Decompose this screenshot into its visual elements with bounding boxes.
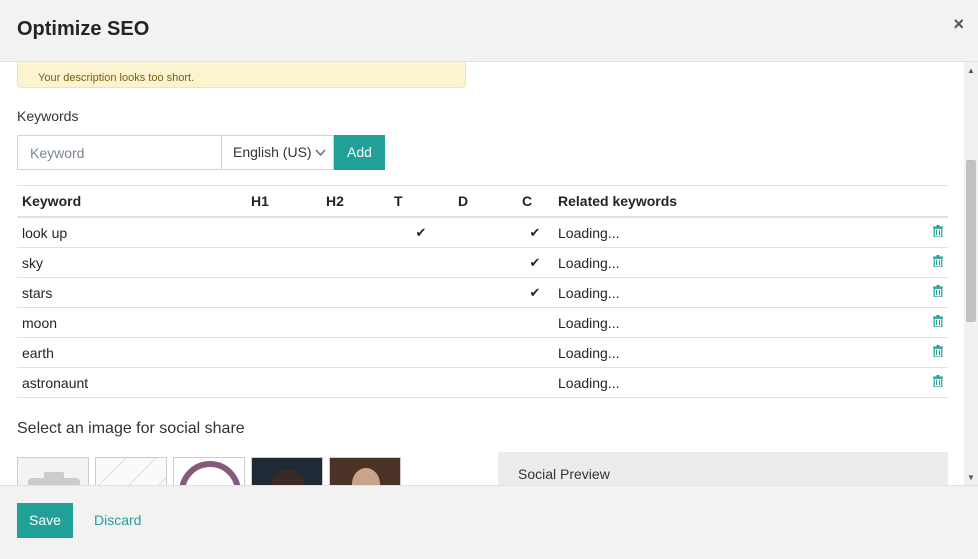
social-image-title: Select an image for social share <box>17 420 245 437</box>
discard-button[interactable]: Discard <box>94 503 141 538</box>
delete-keyword-cell <box>898 307 948 338</box>
check-icon: ✔ <box>517 217 553 248</box>
keyword-input[interactable] <box>17 135 221 170</box>
table-row: moon Loading... <box>17 307 948 338</box>
dialog-footer: Save Discard <box>0 485 978 559</box>
cell-h1 <box>246 277 321 308</box>
cell-keyword: sky <box>17 247 246 278</box>
cell-related: Loading... <box>553 217 898 248</box>
delete-keyword-cell <box>898 217 948 248</box>
scrollbar-thumb[interactable] <box>966 160 976 322</box>
keywords-table-body: look up ✔ ✔ Loading... sky ✔ Loading... stars ✔ L… <box>17 217 948 398</box>
cell-h1 <box>246 247 321 278</box>
cell-h2 <box>321 277 389 308</box>
cell-h1 <box>246 307 321 338</box>
language-select[interactable]: English (US) <box>221 135 334 170</box>
cell-c <box>517 307 553 338</box>
trash-icon[interactable] <box>933 255 943 270</box>
col-actions <box>898 185 948 218</box>
keywords-label: Keywords <box>17 108 79 124</box>
delete-keyword-cell <box>898 247 948 278</box>
col-t: T <box>389 185 453 218</box>
chevron-down-icon <box>315 136 326 182</box>
table-row: sky ✔ Loading... <box>17 247 948 278</box>
cell-keyword: stars <box>17 277 246 308</box>
trash-icon[interactable] <box>933 315 943 330</box>
trash-icon[interactable] <box>933 345 943 360</box>
social-image-option[interactable] <box>329 457 401 485</box>
trash-icon[interactable] <box>933 285 943 300</box>
trash-icon[interactable] <box>933 375 943 390</box>
cell-d <box>453 277 517 308</box>
cell-t <box>389 337 453 368</box>
cell-h1 <box>246 367 321 398</box>
table-row: look up ✔ ✔ Loading... <box>17 217 948 248</box>
cell-d <box>453 307 517 338</box>
cell-h2 <box>321 217 389 248</box>
col-h1: H1 <box>246 185 321 218</box>
cell-t <box>389 247 453 278</box>
col-c: C <box>517 185 553 218</box>
cell-keyword: astronaunt <box>17 367 246 398</box>
social-image-option[interactable] <box>251 457 323 485</box>
cell-related: Loading... <box>553 367 898 398</box>
cell-c <box>517 367 553 398</box>
col-keyword: Keyword <box>17 185 246 218</box>
cell-d <box>453 217 517 248</box>
social-image-option[interactable]: IP W <box>95 457 167 485</box>
cell-h2 <box>321 247 389 278</box>
cell-h2 <box>321 337 389 368</box>
cell-d <box>453 367 517 398</box>
col-d: D <box>453 185 517 218</box>
add-keyword-button[interactable]: Add <box>334 135 385 170</box>
cell-keyword: earth <box>17 337 246 368</box>
cell-related: Loading... <box>553 337 898 368</box>
alert-text: Your description looks too short. <box>38 72 195 84</box>
cell-related: Loading... <box>553 307 898 338</box>
cell-t <box>389 367 453 398</box>
cell-h1 <box>246 217 321 248</box>
col-related: Related keywords <box>553 185 898 218</box>
dialog-header: Optimize SEO × <box>0 0 978 62</box>
description-warning: Your description looks too short. <box>17 62 466 88</box>
cell-d <box>453 337 517 368</box>
delete-keyword-cell <box>898 337 948 368</box>
social-preview-title: Social Preview <box>518 466 610 482</box>
close-icon[interactable]: × <box>953 14 964 35</box>
table-row: astronaunt Loading... <box>17 367 948 398</box>
table-row: stars ✔ Loading... <box>17 277 948 308</box>
scroll-down-icon[interactable]: ▼ <box>967 473 975 482</box>
social-preview: Social Preview <box>498 452 948 485</box>
cell-h1 <box>246 337 321 368</box>
table-header-row: Keyword H1 H2 T D C Related keywords <box>17 185 948 218</box>
language-value: English (US) <box>233 144 312 160</box>
keywords-table: Keyword H1 H2 T D C Related keywords loo… <box>17 185 948 398</box>
dialog-scrollbar[interactable]: ▲ ▼ <box>964 62 978 485</box>
table-row: earth Loading... <box>17 337 948 368</box>
cell-h2 <box>321 367 389 398</box>
cell-d <box>453 247 517 278</box>
col-h2: H2 <box>321 185 389 218</box>
check-icon: ✔ <box>517 277 553 308</box>
delete-keyword-cell <box>898 277 948 308</box>
cell-c <box>517 337 553 368</box>
dialog-body: Your description looks too short. Keywor… <box>0 62 964 485</box>
cell-keyword: moon <box>17 307 246 338</box>
delete-keyword-cell <box>898 367 948 398</box>
cell-keyword: look up <box>17 217 246 248</box>
cell-t <box>389 277 453 308</box>
social-image-option[interactable] <box>173 457 245 485</box>
cell-related: Loading... <box>553 277 898 308</box>
check-icon: ✔ <box>517 247 553 278</box>
check-icon: ✔ <box>389 217 453 248</box>
social-image-option[interactable] <box>17 457 89 485</box>
scroll-up-icon[interactable]: ▲ <box>967 66 975 75</box>
dialog-title: Optimize SEO <box>17 18 150 40</box>
trash-icon[interactable] <box>933 225 943 240</box>
save-button[interactable]: Save <box>17 503 73 538</box>
cell-h2 <box>321 307 389 338</box>
cell-related: Loading... <box>553 247 898 278</box>
cell-t <box>389 307 453 338</box>
